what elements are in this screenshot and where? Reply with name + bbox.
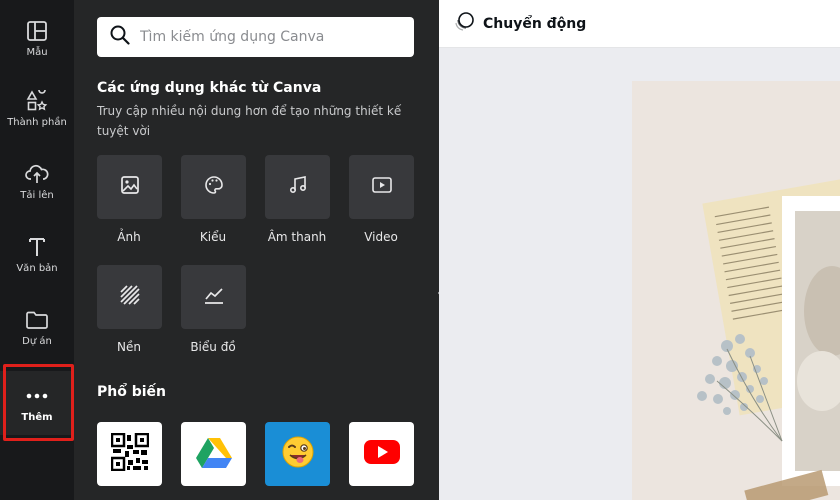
folder-icon [25,308,49,332]
animate-icon[interactable] [453,11,475,37]
left-sidebar: Mẫu Thành phần Tải lên Văn bản Dự án Thê… [0,0,74,500]
google-drive-icon [195,436,232,472]
search-input[interactable] [140,29,400,45]
app-label-video: Video [364,230,398,244]
editor-canvas-area[interactable] [439,48,840,500]
music-note-icon [288,175,308,199]
sidebar-item-elements[interactable]: Thành phần [0,76,74,140]
text-icon [25,235,49,259]
video-play-icon [371,176,393,198]
search-icon [110,25,130,49]
sidebar-item-label: Thành phần [7,116,67,128]
app-tile-charts[interactable] [181,265,246,329]
sidebar-item-label: Văn bản [16,262,58,274]
more-apps-title: Các ứng dụng khác từ Canva [97,80,322,96]
template-icon [25,19,49,43]
app-tile-photos[interactable] [97,155,162,219]
photo-icon [120,175,140,199]
app-tile-google-drive[interactable] [181,422,246,486]
app-tile-qr-code[interactable] [97,422,162,486]
search-box[interactable] [97,17,414,57]
app-tile-video[interactable] [349,155,414,219]
emoji-wink-icon [280,434,316,474]
app-tile-audio[interactable] [265,155,330,219]
sidebar-item-label: Tải lên [20,189,54,201]
chart-line-icon [203,285,225,309]
app-label-charts: Biểu đồ [190,340,236,354]
design-artwork [697,174,840,500]
animate-button[interactable]: Chuyển động [483,16,586,32]
more-apps-subtitle: Truy cập nhiều nội dung hơn để tạo những… [97,104,402,138]
qr-code-icon [110,432,149,475]
popular-title: Phổ biến [97,384,167,400]
app-label-styles: Kiểu [199,230,227,244]
sidebar-item-uploads[interactable]: Tải lên [0,149,74,213]
app-label-photos: Ảnh [117,230,141,244]
upload-cloud-icon [25,162,49,186]
app-label-background: Nền [117,340,141,354]
sidebar-item-text[interactable]: Văn bản [0,222,74,286]
sidebar-item-projects[interactable]: Dự án [0,295,74,359]
background-stripes-icon [119,284,141,310]
apps-panel: Các ứng dụng khác từ Canva Truy cập nhiề… [74,0,439,500]
youtube-icon [363,438,401,470]
app-tile-styles[interactable] [181,155,246,219]
highlight-box [3,364,74,441]
sidebar-item-templates[interactable]: Mẫu [0,6,74,70]
sidebar-item-label: Mẫu [26,46,48,58]
design-page[interactable] [632,81,840,500]
app-tile-background[interactable] [97,265,162,329]
palette-icon [204,175,224,199]
app-tile-emoji[interactable] [265,422,330,486]
app-label-audio: Âm thanh [267,230,327,244]
sidebar-item-label: Dự án [22,335,52,347]
elements-icon [25,89,49,113]
editor-toolbar: Chuyển động [439,0,840,48]
app-tile-youtube[interactable] [349,422,414,486]
